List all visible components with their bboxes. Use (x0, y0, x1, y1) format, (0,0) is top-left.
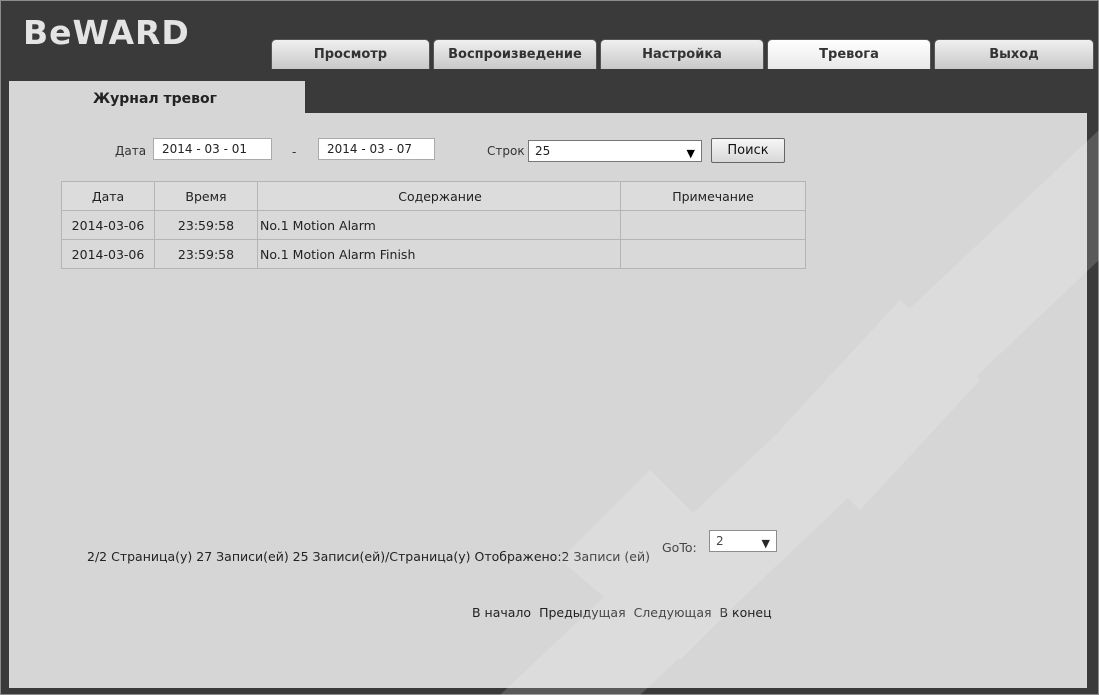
col-time-header: Время (154, 181, 258, 211)
beward-logo: BeWARD (23, 13, 190, 52)
alarm-log-table: Дата Время Содержание Примечание 2014-03… (61, 181, 806, 269)
goto-page-select[interactable]: 2 ▼ (709, 530, 777, 552)
table-header-row: Дата Время Содержание Примечание (61, 181, 806, 211)
pager-summary: 2/2 Страница(у) 27 Записи(ей) 25 Записи(… (87, 539, 727, 575)
col-content-header: Содержание (257, 181, 621, 211)
tab-playback[interactable]: Воспроизведение (433, 39, 597, 69)
cell-date: 2014-03-06 (61, 210, 155, 240)
goto-label: GoTo: (662, 540, 697, 555)
content-header-bar (305, 81, 1087, 113)
rows-per-page-select[interactable]: 25 ▼ (528, 140, 702, 162)
last-page-link[interactable]: В конец (720, 605, 772, 620)
table-row: 2014-03-06 23:59:58 No.1 Motion Alarm Fi… (61, 239, 806, 269)
search-button[interactable]: Поиск (711, 138, 785, 163)
goto-select-value: 2 (716, 534, 724, 548)
cell-time: 23:59:58 (154, 210, 258, 240)
prev-page-link[interactable]: Предыдущая (539, 605, 626, 620)
tab-alarm[interactable]: Тревога (767, 39, 931, 69)
date-to-input[interactable]: 2014 - 03 - 07 (318, 138, 435, 160)
col-note-header: Примечание (620, 181, 806, 211)
next-page-link[interactable]: Следующая (634, 605, 712, 620)
pagination-nav: В начало Предыдущая Следующая В конец (472, 605, 776, 620)
rows-label: Строк (487, 144, 525, 158)
table-row: 2014-03-06 23:59:58 No.1 Motion Alarm (61, 210, 806, 240)
chevron-down-icon: ▼ (761, 537, 770, 550)
main-tabs: Просмотр Воспроизведение Настройка Трево… (271, 39, 1099, 69)
app-window: BeWARD Просмотр Воспроизведение Настройк… (0, 0, 1099, 695)
tab-view[interactable]: Просмотр (271, 39, 430, 69)
tab-settings[interactable]: Настройка (600, 39, 764, 69)
date-label: Дата (115, 144, 147, 158)
date-from-input[interactable]: 2014 - 03 - 01 (153, 138, 272, 160)
date-separator: - (292, 145, 297, 159)
first-page-link[interactable]: В начало (472, 605, 531, 620)
cell-note (620, 239, 806, 269)
cell-time: 23:59:58 (154, 239, 258, 269)
col-date-header: Дата (61, 181, 155, 211)
chevron-down-icon: ▼ (686, 147, 695, 160)
rows-select-value: 25 (535, 144, 551, 158)
tab-exit[interactable]: Выход (934, 39, 1094, 69)
pager-summary-text: 2/2 Страница(у) 27 Записи(ей) 25 Записи(… (87, 549, 650, 564)
cell-content: No.1 Motion Alarm (257, 210, 621, 240)
cell-note (620, 210, 806, 240)
cell-content: No.1 Motion Alarm Finish (257, 239, 621, 269)
content-panel: Журнал тревог (9, 81, 1087, 688)
cell-date: 2014-03-06 (61, 239, 155, 269)
section-title: Журнал тревог (25, 81, 305, 114)
